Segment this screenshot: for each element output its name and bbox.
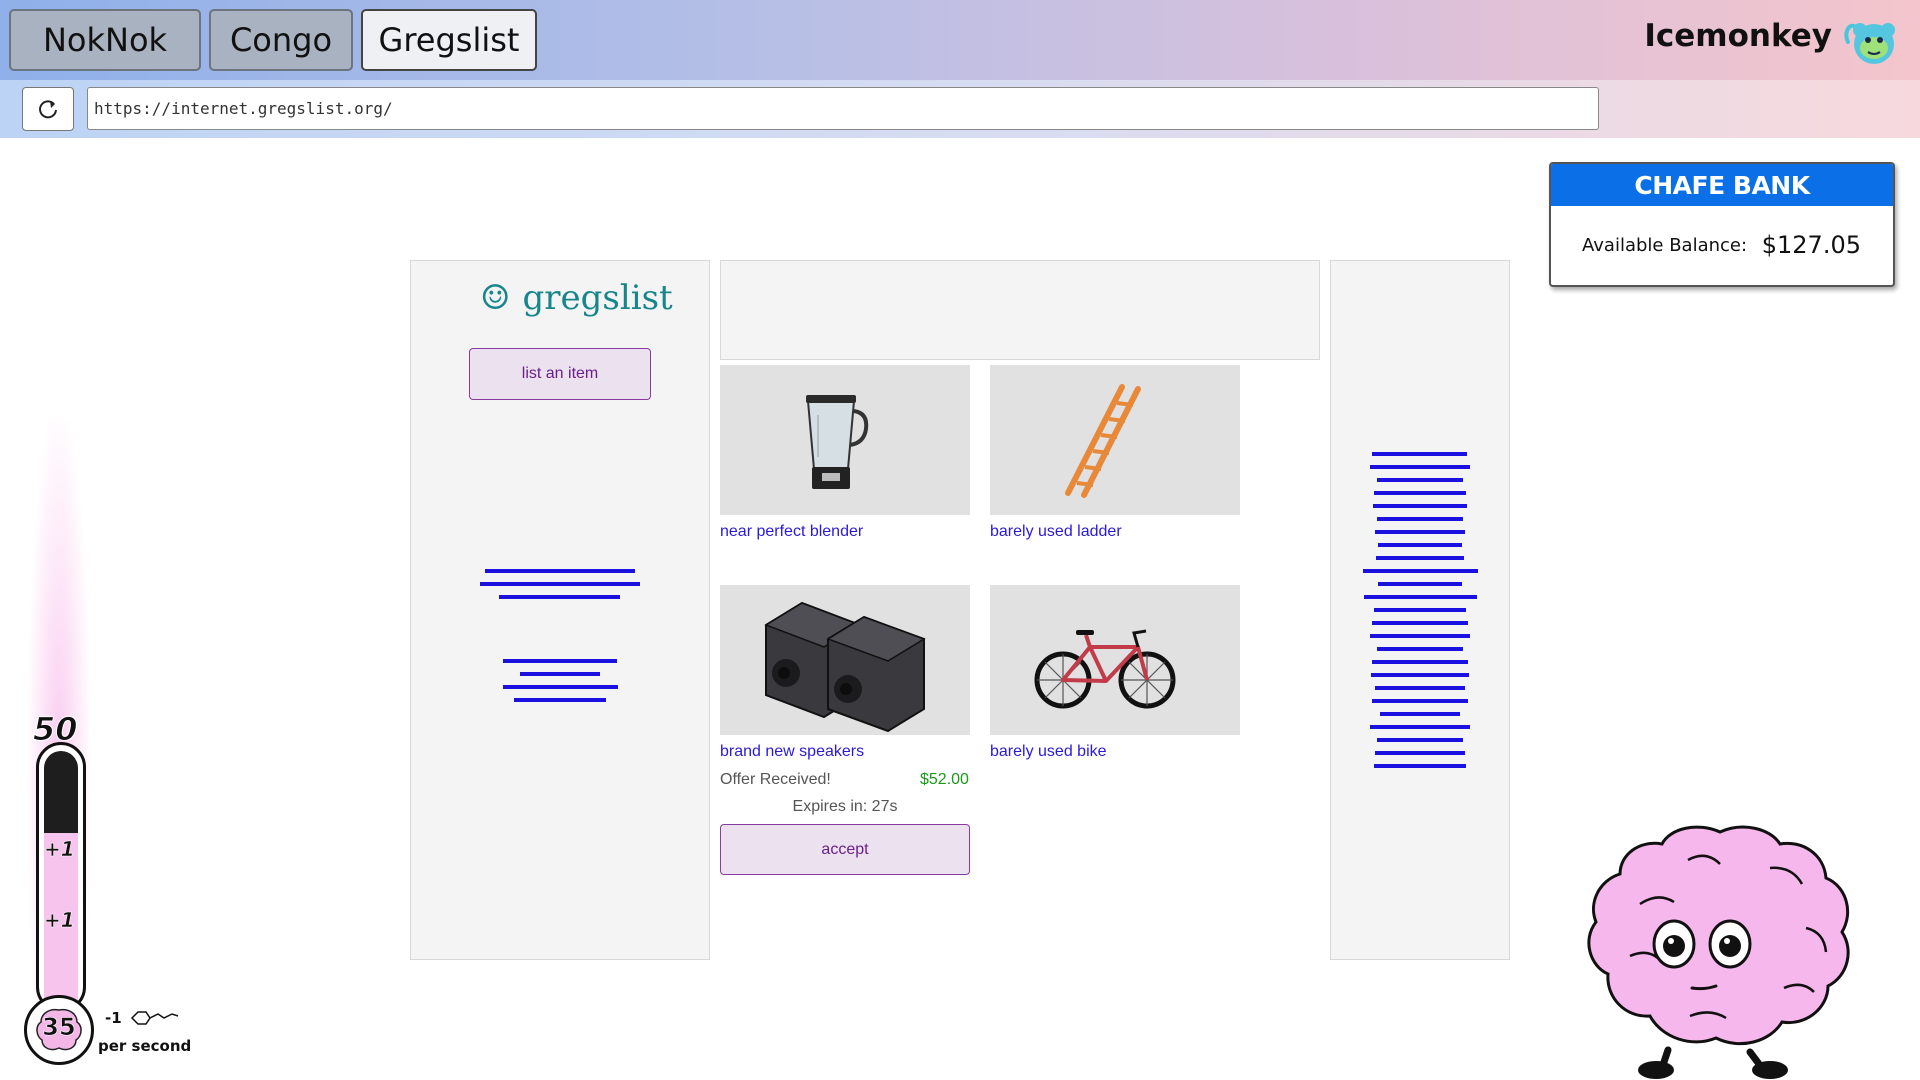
placeholder-line [1378, 543, 1462, 547]
offer-price: $52.00 [920, 771, 969, 788]
placeholder-line [499, 595, 620, 599]
offer-expiry: Expires in: 27s [792, 798, 898, 815]
listing-title[interactable]: near perfect blender [720, 523, 863, 541]
tab-gregslist[interactable]: Gregslist [361, 9, 537, 71]
address-bar-row: https://internet.gregslist.org/ [0, 80, 1920, 138]
bank-title: CHAFE BANK [1551, 164, 1893, 206]
chafe-bank-widget: CHAFE BANK Available Balance: $127.05 [1549, 162, 1895, 287]
placeholder-line [480, 582, 640, 586]
brand-name: Icemonkey [1644, 18, 1832, 54]
placeholder-line [1377, 647, 1463, 651]
plus-one-indicator: +1 [44, 837, 75, 862]
listing-image[interactable] [720, 585, 970, 735]
placeholder-line [1374, 764, 1466, 768]
gregslist-logo[interactable]: ☺ gregslist [480, 278, 673, 318]
placeholder-line [1378, 582, 1462, 586]
dopamine-molecule-icon [130, 1011, 179, 1025]
bike-icon [1034, 629, 1176, 709]
smiley-icon: ☺ [480, 278, 511, 318]
url-input[interactable]: https://internet.gregslist.org/ [87, 87, 1599, 130]
offer-status: Offer Received! [720, 771, 831, 788]
placeholder-line [1375, 751, 1465, 755]
tab-congo[interactable]: Congo [209, 9, 353, 71]
placeholder-line [1377, 478, 1463, 482]
blender-icon [806, 395, 869, 489]
placeholder-line [1377, 517, 1463, 521]
placeholder-line [1372, 452, 1467, 456]
balance-label: Available Balance: [1582, 235, 1748, 256]
placeholder-line [1363, 569, 1478, 573]
logo-text: gregslist [522, 278, 673, 318]
dopamine-rate: -1 [105, 1009, 122, 1027]
list-an-item-button[interactable]: list an item [469, 348, 651, 400]
placeholder-line [1374, 491, 1466, 495]
meter-empty-portion [44, 751, 78, 833]
listing-image[interactable] [990, 365, 1240, 515]
listing-image[interactable] [720, 365, 970, 515]
app-tab-bar: NokNok Congo Gregslist Icemonkey [0, 0, 1920, 80]
placeholder-line [1376, 556, 1464, 560]
speakers-icon [764, 601, 926, 733]
placeholder-line [1371, 673, 1469, 677]
placeholder-line [1377, 738, 1463, 742]
placeholder-line [503, 659, 617, 663]
placeholder-line [1364, 595, 1477, 599]
placeholder-line [1380, 712, 1460, 716]
dopamine-rate-label: per second [98, 1037, 192, 1055]
placeholder-line [1373, 504, 1467, 508]
placeholder-line [514, 698, 606, 702]
tab-noknok[interactable]: NokNok [9, 9, 201, 71]
accept-offer-button[interactable]: accept [720, 824, 970, 875]
dopamine-meter [36, 742, 86, 1012]
listing-title[interactable]: barely used ladder [990, 523, 1122, 541]
placeholder-line [1370, 634, 1470, 638]
reload-icon [39, 100, 57, 119]
placeholder-line [1370, 465, 1470, 469]
placeholder-line [1374, 608, 1466, 612]
placeholder-line [1372, 660, 1468, 664]
listing-title[interactable]: brand new speakers [720, 743, 864, 761]
listing-image[interactable] [990, 585, 1240, 735]
reload-button[interactable] [22, 87, 74, 131]
placeholder-line [503, 685, 618, 689]
placeholder-line [1370, 725, 1470, 729]
placeholder-line [1375, 686, 1465, 690]
listing-title[interactable]: barely used bike [990, 743, 1107, 761]
brain-mascot-icon [1587, 825, 1850, 1079]
top-banner-area [720, 260, 1320, 360]
monkey-icon [1844, 23, 1895, 64]
placeholder-line [1372, 699, 1468, 703]
balance-amount: $127.05 [1761, 231, 1861, 259]
placeholder-line [520, 672, 600, 676]
plus-one-indicator: +1 [44, 908, 75, 933]
ladder-icon [1065, 384, 1141, 498]
placeholder-line [1372, 621, 1468, 625]
placeholder-line [1375, 530, 1465, 534]
placeholder-line [485, 569, 635, 573]
dopamine-value: 35 [42, 1013, 76, 1042]
